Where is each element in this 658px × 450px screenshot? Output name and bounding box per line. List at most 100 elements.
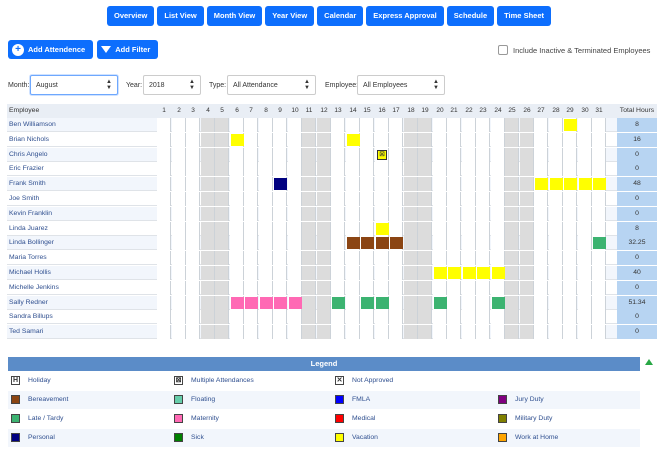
employee-name-link[interactable]: Chris Angelo: [9, 151, 48, 158]
day-cell[interactable]: [404, 133, 418, 147]
vacation-mark[interactable]: [448, 267, 461, 279]
day-cell[interactable]: [244, 133, 258, 147]
day-cell[interactable]: [259, 222, 273, 236]
day-cell[interactable]: [389, 281, 403, 295]
type-select[interactable]: All Attendance ▲ ▼: [227, 75, 316, 95]
day-cell[interactable]: [505, 222, 519, 236]
vacation-mark[interactable]: [593, 178, 606, 190]
day-cell[interactable]: [201, 325, 215, 339]
day-cell[interactable]: [273, 251, 287, 265]
day-cell[interactable]: [186, 162, 200, 176]
day-cell[interactable]: [302, 162, 316, 176]
day-cell[interactable]: [331, 162, 345, 176]
day-cell[interactable]: [201, 266, 215, 280]
day-cell[interactable]: [360, 281, 374, 295]
day-cell[interactable]: [491, 281, 505, 295]
day-cell[interactable]: [534, 162, 548, 176]
day-cell[interactable]: [447, 192, 461, 206]
collapse-arrow-icon[interactable]: [645, 359, 653, 365]
day-cell[interactable]: [360, 118, 374, 132]
day-cell[interactable]: [563, 133, 577, 147]
vacation-mark[interactable]: [579, 178, 592, 190]
day-cell[interactable]: [172, 118, 186, 132]
maternity-mark[interactable]: [260, 297, 273, 309]
day-cell[interactable]: [491, 118, 505, 132]
day-cell[interactable]: [317, 310, 331, 324]
day-cell[interactable]: [375, 177, 389, 191]
day-cell[interactable]: [389, 162, 403, 176]
day-cell[interactable]: [404, 325, 418, 339]
day-cell[interactable]: [404, 236, 418, 250]
day-cell[interactable]: [302, 236, 316, 250]
day-cell[interactable]: [259, 325, 273, 339]
day-cell[interactable]: [549, 133, 563, 147]
day-cell[interactable]: [360, 251, 374, 265]
day-cell[interactable]: [389, 118, 403, 132]
day-cell[interactable]: [244, 222, 258, 236]
day-cell[interactable]: [302, 266, 316, 280]
day-cell[interactable]: [172, 266, 186, 280]
day-cell[interactable]: [389, 133, 403, 147]
day-cell[interactable]: [288, 192, 302, 206]
day-cell[interactable]: [592, 192, 606, 206]
day-cell[interactable]: [172, 310, 186, 324]
day-cell[interactable]: [375, 251, 389, 265]
day-cell[interactable]: [346, 251, 360, 265]
vacation-mark[interactable]: [535, 178, 548, 190]
day-cell[interactable]: [172, 251, 186, 265]
day-cell[interactable]: [273, 266, 287, 280]
day-cell[interactable]: [505, 207, 519, 221]
day-cell[interactable]: [346, 325, 360, 339]
day-cell[interactable]: [534, 310, 548, 324]
day-cell[interactable]: [360, 177, 374, 191]
day-cell[interactable]: [302, 207, 316, 221]
vacation-mark[interactable]: [376, 223, 389, 235]
day-cell[interactable]: [491, 325, 505, 339]
day-cell[interactable]: [157, 192, 171, 206]
day-cell[interactable]: [491, 236, 505, 250]
day-cell[interactable]: [404, 118, 418, 132]
day-cell[interactable]: [244, 118, 258, 132]
day-cell[interactable]: [447, 207, 461, 221]
day-cell[interactable]: [592, 296, 606, 310]
day-cell[interactable]: [317, 222, 331, 236]
day-cell[interactable]: [520, 148, 534, 162]
day-cell[interactable]: [433, 236, 447, 250]
day-cell[interactable]: [534, 251, 548, 265]
day-cell[interactable]: [404, 266, 418, 280]
day-cell[interactable]: [549, 281, 563, 295]
day-cell[interactable]: [578, 296, 592, 310]
day-cell[interactable]: [404, 162, 418, 176]
day-cell[interactable]: [389, 177, 403, 191]
day-cell[interactable]: [505, 296, 519, 310]
day-cell[interactable]: [433, 118, 447, 132]
day-cell[interactable]: [331, 281, 345, 295]
late-mark[interactable]: [593, 237, 606, 249]
day-cell[interactable]: [346, 192, 360, 206]
day-cell[interactable]: [433, 207, 447, 221]
day-cell[interactable]: [447, 251, 461, 265]
day-cell[interactable]: [505, 325, 519, 339]
day-cell[interactable]: [534, 266, 548, 280]
day-cell[interactable]: [375, 118, 389, 132]
day-cell[interactable]: [404, 222, 418, 236]
day-cell[interactable]: [157, 236, 171, 250]
day-cell[interactable]: [302, 118, 316, 132]
day-cell[interactable]: [244, 162, 258, 176]
day-cell[interactable]: [186, 251, 200, 265]
day-cell[interactable]: [331, 133, 345, 147]
day-cell[interactable]: [215, 310, 229, 324]
day-cell[interactable]: [505, 133, 519, 147]
day-cell[interactable]: [317, 118, 331, 132]
day-cell[interactable]: [476, 118, 490, 132]
day-cell[interactable]: [172, 325, 186, 339]
day-cell[interactable]: [592, 162, 606, 176]
day-cell[interactable]: [230, 222, 244, 236]
employee-name-link[interactable]: Ben Williamson: [9, 121, 56, 128]
day-cell[interactable]: [549, 236, 563, 250]
day-cell[interactable]: [244, 251, 258, 265]
day-cell[interactable]: [447, 148, 461, 162]
day-cell[interactable]: [230, 148, 244, 162]
day-cell[interactable]: [273, 222, 287, 236]
day-cell[interactable]: [447, 162, 461, 176]
